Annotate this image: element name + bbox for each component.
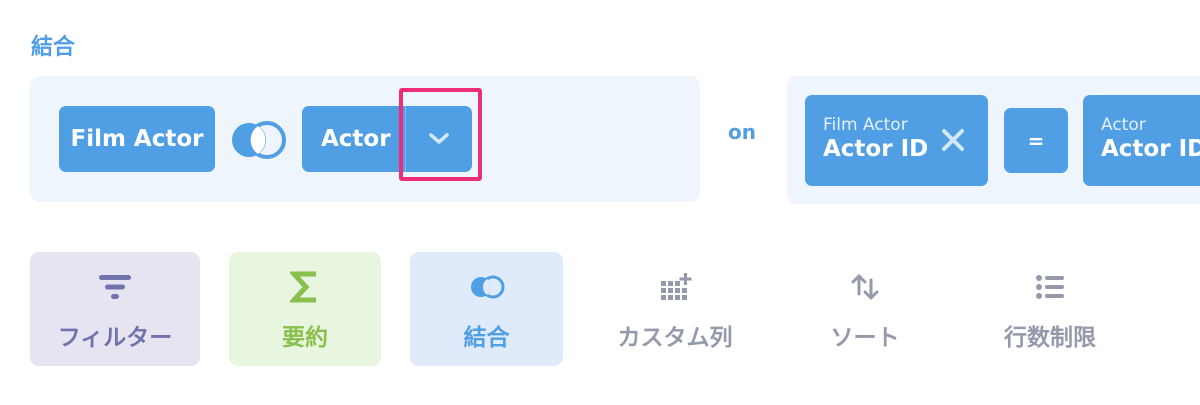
left-table-pill[interactable]: Film Actor <box>59 106 215 172</box>
right-column-table: Actor <box>1101 114 1146 135</box>
summarize-label: 要約 <box>282 325 328 351</box>
row-limit-button[interactable]: 行数制限 <box>980 252 1120 366</box>
right-column-pill[interactable]: Actor Actor ID <box>1083 95 1200 186</box>
join-type-icon[interactable] <box>229 120 289 160</box>
close-icon[interactable] <box>938 125 968 155</box>
filter-label: フィルター <box>57 325 173 351</box>
join-section-title: 結合 <box>31 35 76 60</box>
filter-icon <box>95 269 135 305</box>
right-table-label: Actor <box>321 126 391 152</box>
join-label: 結合 <box>463 325 510 351</box>
left-column-name: Actor ID <box>823 136 929 163</box>
sigma-icon <box>285 269 325 305</box>
operator-label: = <box>1027 128 1045 153</box>
left-column-pill[interactable]: Film Actor Actor ID <box>805 95 988 186</box>
filter-button[interactable]: フィルター <box>30 252 200 366</box>
sort-icon <box>845 269 885 305</box>
right-column-name: Actor ID <box>1101 136 1200 163</box>
sort-label: ソート <box>830 325 900 351</box>
left-column-table: Film Actor <box>823 114 908 135</box>
operator-button[interactable]: = <box>1004 108 1068 173</box>
left-table-label: Film Actor <box>70 126 204 152</box>
join-button[interactable]: 結合 <box>410 252 563 366</box>
highlight-box <box>399 88 482 181</box>
custom-column-label: カスタム列 <box>617 325 733 351</box>
summarize-button[interactable]: 要約 <box>229 252 381 366</box>
sort-button[interactable]: ソート <box>790 252 940 366</box>
on-label: on <box>728 120 756 144</box>
list-icon <box>1030 269 1070 305</box>
custom-column-button[interactable]: カスタム列 <box>600 252 750 366</box>
row-limit-label: 行数制限 <box>1004 325 1096 351</box>
join-icon <box>467 269 507 305</box>
custom-column-icon <box>655 269 695 305</box>
